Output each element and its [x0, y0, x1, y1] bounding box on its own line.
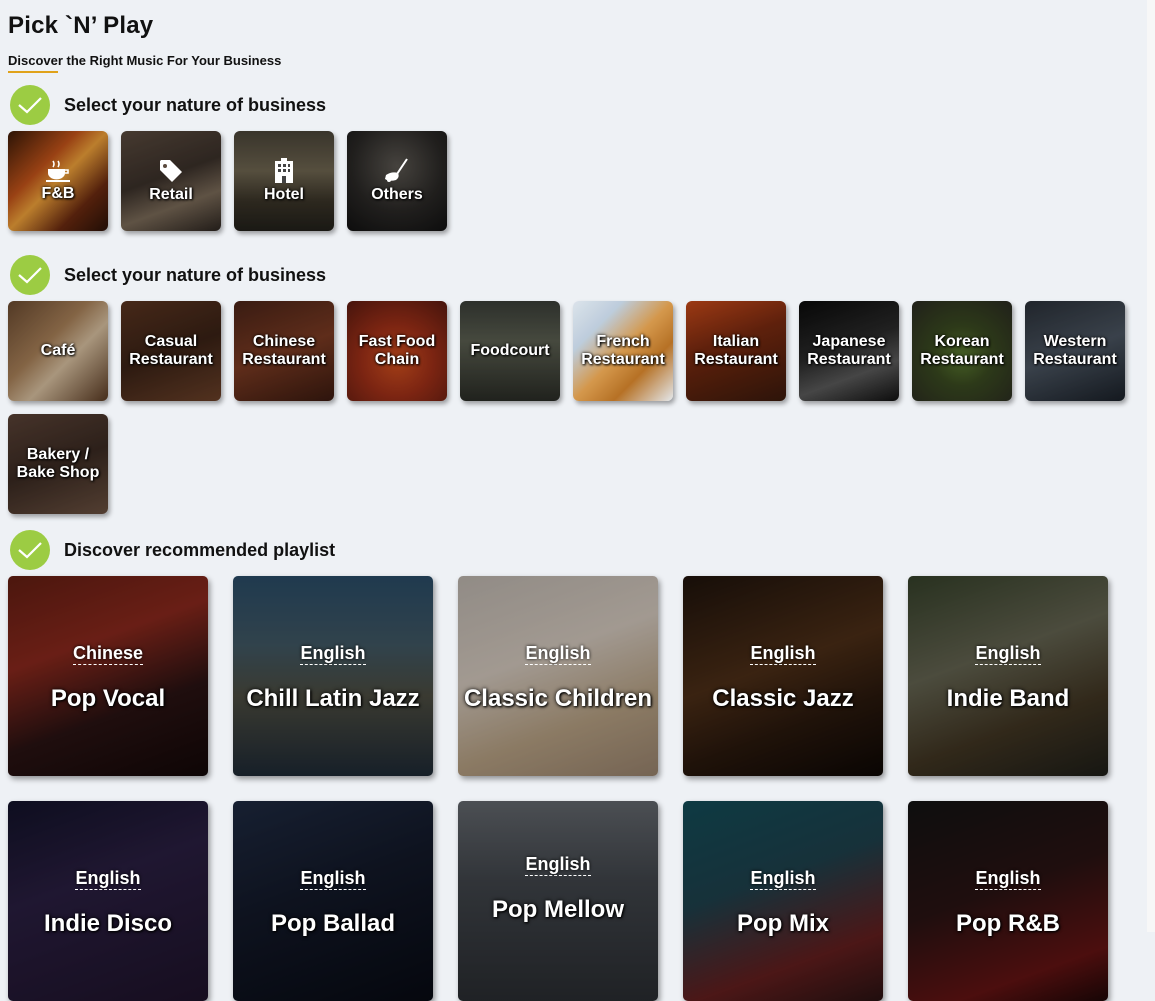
golf-club-icon	[385, 158, 408, 182]
playlist-card[interactable]: English Classic Children	[458, 576, 658, 776]
category-label-line2: Chain	[374, 351, 420, 368]
category-label-line1: Korean	[934, 333, 990, 350]
category-label-line2: Restaurant	[920, 351, 1004, 368]
playlist-language: English	[750, 868, 816, 890]
category-label-line1: Chinese	[252, 333, 316, 350]
business-tile-label: F&B	[41, 185, 75, 202]
playlist-name: Classic Children	[463, 685, 653, 712]
page-subtitle: Discover the Right Music For Your Busine…	[8, 53, 282, 68]
business-tile-label: Hotel	[264, 186, 304, 203]
playlist-name: Chill Latin Jazz	[246, 685, 420, 712]
category-label-line1: Café	[40, 342, 76, 359]
category-tile-bakery[interactable]: Bakery / Bake Shop	[8, 414, 108, 514]
category-tile-cafe[interactable]: Café	[8, 301, 108, 401]
category-tile-western-restaurant[interactable]: Western Restaurant	[1025, 301, 1125, 401]
playlist-name: Indie Disco	[43, 910, 173, 937]
category-label-line1: French	[596, 333, 650, 350]
playlist-language: English	[300, 643, 366, 665]
building-icon	[275, 158, 293, 183]
category-tile-fast-food-chain[interactable]: Fast Food Chain	[347, 301, 447, 401]
playlist-language: English	[525, 854, 591, 876]
playlist-language: English	[750, 643, 816, 665]
check-icon	[10, 530, 50, 570]
step-title: Select your nature of business	[64, 264, 327, 285]
category-label-line2: Restaurant	[129, 351, 213, 368]
playlist-language: English	[300, 868, 366, 890]
category-label-line2: Restaurant	[694, 351, 778, 368]
check-icon	[10, 85, 50, 125]
business-tile-label: Others	[371, 186, 423, 203]
playlist-card[interactable]: English Pop R&B	[908, 801, 1108, 1001]
playlist-name: Pop Vocal	[50, 685, 166, 712]
playlist-name: Indie Band	[946, 685, 1070, 712]
scrollbar[interactable]	[1147, 0, 1155, 932]
check-icon	[10, 255, 50, 295]
playlist-card[interactable]: Chinese Pop Vocal	[8, 576, 208, 776]
business-tile-fnb[interactable]: F&B	[8, 131, 108, 231]
category-label-line2: Restaurant	[242, 351, 326, 368]
playlist-card[interactable]: English Pop Mix	[683, 801, 883, 1001]
category-tile-french-restaurant[interactable]: French Restaurant	[573, 301, 673, 401]
business-tile-others[interactable]: Others	[347, 131, 447, 231]
playlist-language: English	[525, 643, 591, 665]
page-title: Pick `N’ Play	[8, 12, 154, 39]
business-tile-retail[interactable]: Retail	[121, 131, 221, 231]
business-tile-hotel[interactable]: Hotel	[234, 131, 334, 231]
playlist-card[interactable]: English Chill Latin Jazz	[233, 576, 433, 776]
category-tile-italian-restaurant[interactable]: Italian Restaurant	[686, 301, 786, 401]
step-title: Discover recommended playlist	[64, 539, 336, 560]
playlist-card[interactable]: English Pop Mellow	[458, 801, 658, 1001]
category-tile-casual-restaurant[interactable]: Casual Restaurant	[121, 301, 221, 401]
category-label-line1: Fast Food	[358, 333, 436, 350]
price-tag-icon	[160, 160, 182, 182]
playlist-name: Pop Mix	[736, 910, 829, 937]
playlist-language: Chinese	[72, 643, 144, 665]
step-category-header: Select your nature of business	[10, 255, 326, 295]
step-playlist-header: Discover recommended playlist	[10, 530, 335, 570]
category-label-line2: Restaurant	[807, 351, 891, 368]
category-label-line1: Japanese	[812, 333, 886, 350]
category-tile-foodcourt[interactable]: Foodcourt	[460, 301, 560, 401]
playlist-name: Pop Mellow	[492, 896, 624, 923]
playlist-language: English	[975, 643, 1041, 665]
category-label-line1: Bakery /	[26, 446, 90, 463]
step-business-type-header: Select your nature of business	[10, 85, 326, 125]
subtitle-underline	[8, 71, 58, 73]
category-tile-chinese-restaurant[interactable]: Chinese Restaurant	[234, 301, 334, 401]
category-label-line1: Casual	[144, 333, 198, 350]
playlist-card[interactable]: English Indie Band	[908, 576, 1108, 776]
category-tile-korean-restaurant[interactable]: Korean Restaurant	[912, 301, 1012, 401]
category-label-line2: Bake Shop	[16, 464, 100, 481]
coffee-cup-icon	[46, 160, 70, 182]
category-label-line2: Restaurant	[581, 351, 665, 368]
playlist-name: Pop Ballad	[270, 910, 396, 937]
playlist-card[interactable]: English Indie Disco	[8, 801, 208, 1001]
playlist-card[interactable]: English Pop Ballad	[233, 801, 433, 1001]
category-label-line1: Italian	[712, 333, 760, 350]
step-title: Select your nature of business	[64, 94, 327, 115]
playlist-name: Classic Jazz	[712, 685, 854, 712]
category-label-line1: Western	[1043, 333, 1107, 350]
playlist-language: English	[75, 868, 141, 890]
category-tile-japanese-restaurant[interactable]: Japanese Restaurant	[799, 301, 899, 401]
business-tile-label: Retail	[149, 186, 193, 203]
playlist-card[interactable]: English Classic Jazz	[683, 576, 883, 776]
category-label-line2: Restaurant	[1033, 351, 1117, 368]
playlist-name: Pop R&B	[956, 910, 1060, 937]
category-label-line1: Foodcourt	[470, 342, 550, 359]
playlist-language: English	[975, 868, 1041, 890]
